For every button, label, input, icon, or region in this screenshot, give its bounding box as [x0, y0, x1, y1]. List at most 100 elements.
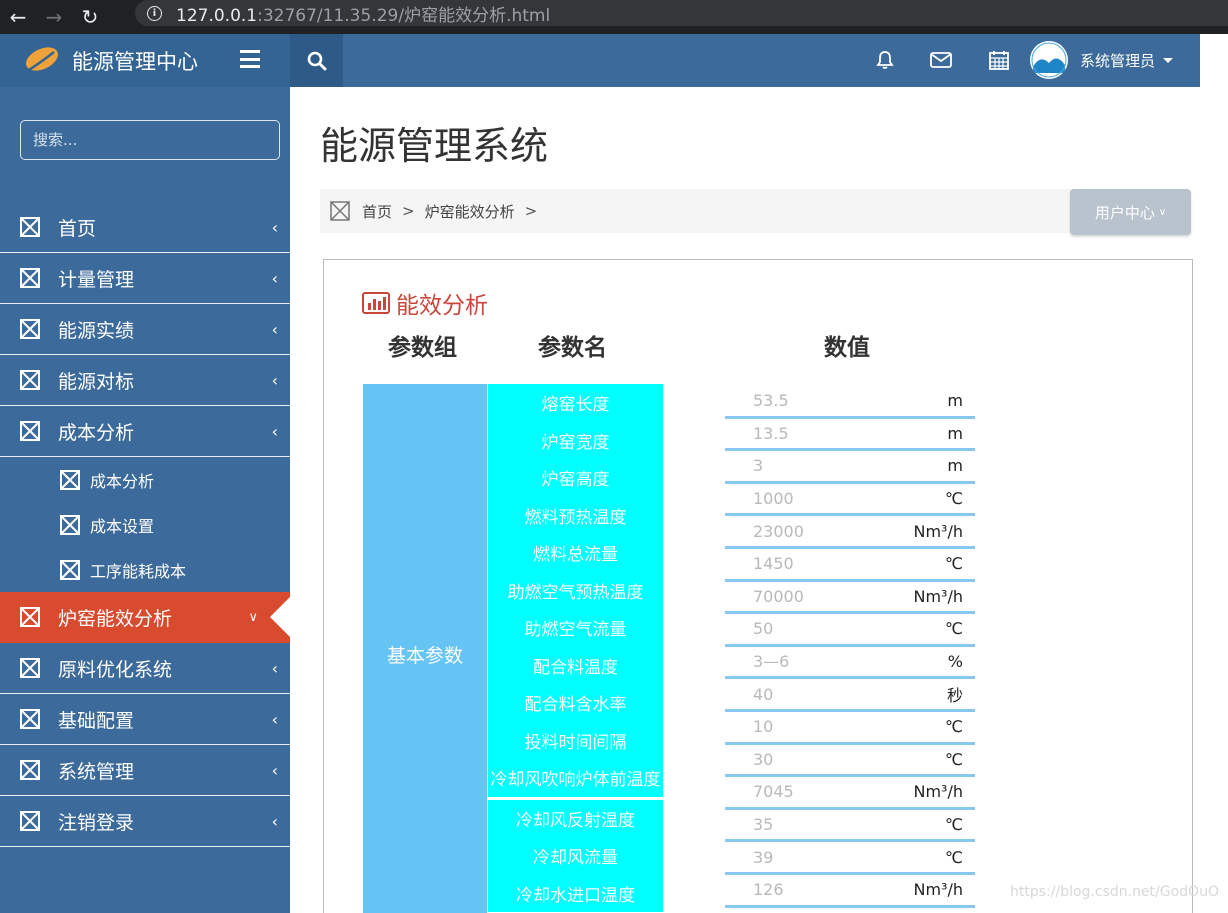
param-value: 1450 [753, 554, 794, 574]
param-unit: m [947, 456, 963, 476]
hamburger-menu-icon[interactable] [240, 50, 260, 68]
value-row[interactable]: 3—6% [725, 647, 975, 680]
param-unit: Nm³/h [913, 782, 964, 802]
column-header-group: 参数组 [388, 335, 457, 361]
envelope-icon[interactable] [928, 47, 954, 73]
breadcrumb-separator: > [402, 202, 415, 220]
chevron-down-icon: ∨ [1158, 206, 1167, 218]
sidebar-item-home[interactable]: 首页 ‹ [0, 202, 290, 253]
param-name-cell: 冷却风流量 [488, 837, 663, 875]
value-row[interactable]: 13.5 m [725, 419, 975, 452]
calendar-icon[interactable] [986, 47, 1012, 73]
column-header-value: 数值 [824, 335, 870, 361]
param-unit: ℃ [945, 489, 963, 509]
sidebar-item-cost-analysis[interactable]: 成本分析 ‹ [0, 406, 290, 457]
reload-icon[interactable]: ↻ [72, 0, 108, 34]
forward-arrow-icon[interactable]: → [36, 0, 72, 34]
param-name-cell: 冷却风吹响炉体前温度 [488, 759, 663, 800]
search-button[interactable] [290, 34, 343, 87]
value-row[interactable]: 7045 Nm³/h [725, 777, 975, 810]
checkbox-x-icon [20, 760, 40, 780]
sidebar-subitem-process-energy-cost[interactable]: 工序能耗成本 [0, 547, 290, 592]
param-value: 126 [753, 880, 784, 900]
sidebar-item-energy-actual[interactable]: 能源实绩 ‹ [0, 304, 290, 355]
value-row[interactable]: 40 秒 [725, 679, 975, 712]
sidebar-item-label: 能源实绩 [58, 319, 135, 342]
sidebar-item-metering[interactable]: 计量管理 ‹ [0, 253, 290, 304]
param-name-cell: 熔窑长度 [488, 384, 663, 422]
sidebar-item-label: 系统管理 [58, 760, 135, 783]
param-unit: ℃ [945, 847, 963, 867]
param-name-cell: 燃料预热温度 [488, 496, 663, 534]
param-unit: Nm³/h [913, 521, 964, 541]
chevron-left-icon: ‹ [271, 217, 278, 237]
caret-down-icon [1163, 57, 1174, 63]
value-row[interactable]: 70000 Nm³/h [725, 582, 975, 615]
sidebar-item-kiln-efficiency[interactable]: 炉窑能效分析 ∨ [0, 592, 290, 643]
sidebar-item-label: 基础配置 [58, 709, 135, 732]
value-row[interactable]: 10 ℃ [725, 712, 975, 745]
sidebar-item-label: 能源对标 [58, 370, 135, 393]
breadcrumb-current[interactable]: 炉窑能效分析 [425, 201, 515, 222]
param-value: 13.5 [753, 423, 789, 443]
chevron-left-icon: ‹ [271, 760, 278, 780]
panel-title: 能效分析 [362, 286, 488, 320]
browser-toolbar: ← → ↻ i 127.0.0.1:32767/11.35.29/炉窑能效分析.… [0, 0, 1228, 34]
param-value: 70000 [753, 586, 804, 606]
value-row[interactable]: 53.5 m [725, 386, 975, 419]
value-row[interactable]: 35 ℃ [725, 810, 975, 843]
param-name-cell: 炉窑宽度 [488, 421, 663, 459]
value-row[interactable]: 3m [725, 451, 975, 484]
param-value: 23000 [753, 521, 804, 541]
sidebar-item-material-optimization[interactable]: 原料优化系统 ‹ [0, 643, 290, 694]
value-row[interactable]: 1000 ℃ [725, 484, 975, 517]
bar-chart-icon [362, 292, 390, 314]
sidebar-item-base-config[interactable]: 基础配置 ‹ [0, 694, 290, 745]
param-value: 50 [753, 619, 774, 639]
bell-icon[interactable] [872, 47, 898, 73]
app-name: 能源管理中心 [72, 49, 198, 74]
user-center-label: 用户中心 [1094, 203, 1155, 222]
value-row[interactable]: 39 ℃ [725, 842, 975, 875]
param-name-cell: 配合料温度 [488, 646, 663, 684]
param-value: 35 [753, 815, 774, 835]
sidebar-item-energy-benchmark[interactable]: 能源对标 ‹ [0, 355, 290, 406]
param-value: 7045 [753, 782, 794, 802]
sidebar-item-label: 注销登录 [58, 811, 135, 834]
user-menu[interactable]: 系统管理员 [1030, 41, 1174, 79]
value-row[interactable]: 50 ℃ [725, 614, 975, 647]
sidebar-item-system-management[interactable]: 系统管理 ‹ [0, 745, 290, 796]
value-row[interactable]: 126 Nm³/h [725, 875, 975, 908]
value-row[interactable]: 1450 ℃ [725, 549, 975, 582]
sidebar-item-label: 首页 [58, 217, 97, 240]
param-unit: ℃ [945, 749, 963, 769]
value-row[interactable]: 30 ℃ [725, 745, 975, 778]
param-name-cell: 助燃空气流量 [488, 609, 663, 647]
sidebar-subitem-cost-analysis[interactable]: 成本分析 [0, 457, 290, 502]
param-unit: ℃ [945, 619, 963, 639]
avatar [1030, 41, 1068, 79]
column-header-name: 参数名 [538, 335, 607, 361]
address-bar[interactable]: i 127.0.0.1:32767/11.35.29/炉窑能效分析.html [135, 0, 1228, 26]
param-unit: m [947, 423, 963, 443]
param-name-cell: 配合料含水率 [488, 684, 663, 722]
sidebar-item-logout[interactable]: 注销登录 ‹ [0, 796, 290, 847]
chevron-left-icon: ‹ [271, 319, 278, 339]
param-name-cell: 冷却水进口温度 [488, 874, 663, 912]
param-value: 40 [753, 684, 774, 704]
breadcrumb: 首页 > 炉窑能效分析 > [320, 189, 1072, 233]
param-value: 30 [753, 749, 774, 769]
checkbox-x-icon [330, 201, 350, 221]
user-center-button[interactable]: 用户中心 ∨ [1070, 189, 1191, 235]
info-icon[interactable]: i [147, 5, 162, 21]
value-row[interactable]: 23000 Nm³/h [725, 516, 975, 549]
checkbox-x-icon [20, 421, 40, 441]
chevron-left-icon: ‹ [271, 658, 278, 678]
checkbox-x-icon [60, 559, 80, 580]
breadcrumb-home[interactable]: 首页 [362, 201, 392, 222]
checkbox-x-icon [60, 514, 80, 535]
sidebar-search-input[interactable] [20, 120, 280, 160]
back-arrow-icon[interactable]: ← [0, 0, 36, 34]
sidebar-subitem-cost-settings[interactable]: 成本设置 [0, 502, 290, 547]
checkbox-x-icon [20, 607, 40, 627]
